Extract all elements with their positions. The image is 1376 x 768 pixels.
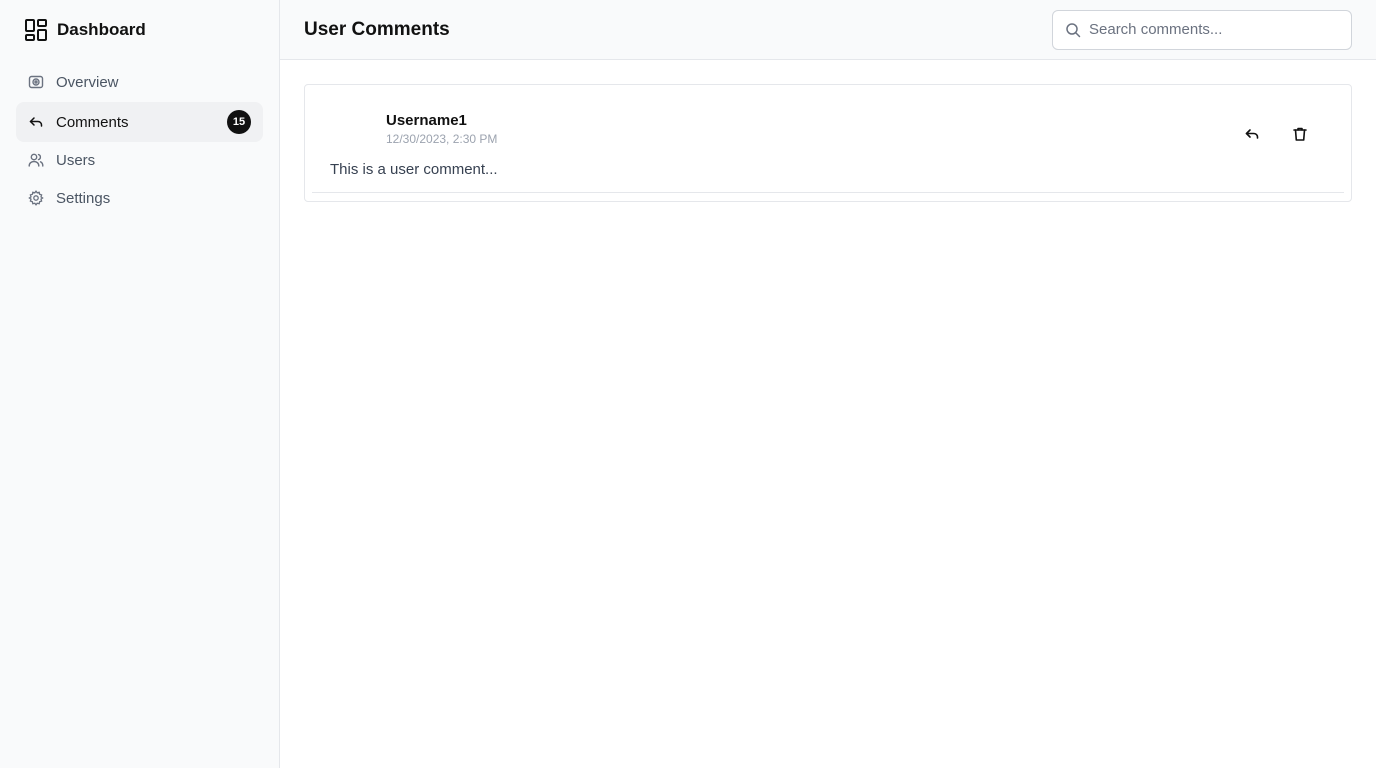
- comments-list: Username1 12/30/2023, 2:30 PM This is a …: [280, 60, 1376, 226]
- sidebar-item-label: Settings: [56, 189, 111, 207]
- sidebar-item-settings[interactable]: Settings: [16, 180, 263, 216]
- comment-actions: [1236, 118, 1316, 150]
- search-box[interactable]: [1052, 9, 1352, 50]
- search-icon: [1066, 22, 1081, 37]
- search-input[interactable]: [1089, 21, 1339, 38]
- app-root: Dashboard Overview Comments 15 Users Set…: [0, 0, 1376, 768]
- sidebar-item-label: Overview: [56, 73, 119, 91]
- sidebar-item-label: Users: [56, 151, 96, 169]
- comment-meta: Username1 12/30/2023, 2:30 PM: [386, 101, 1236, 147]
- trash-icon: [1293, 127, 1307, 141]
- sidebar-item-users[interactable]: Users: [16, 142, 263, 178]
- dashboard-grid-icon: [25, 19, 47, 41]
- sidebar-nav: Overview Comments 15 Users Settings: [16, 64, 263, 216]
- page-header: User Comments: [280, 0, 1376, 60]
- comment-text: This is a user comment...: [330, 161, 498, 178]
- main-area: User Comments Username1 12/30/2023, 2:30…: [280, 0, 1376, 768]
- users-icon: [28, 152, 44, 168]
- comment-header: Username1 12/30/2023, 2:30 PM: [330, 101, 1326, 150]
- brand-title: Dashboard: [57, 20, 146, 39]
- comment-body: Username1 12/30/2023, 2:30 PM This is a …: [312, 85, 1344, 193]
- reply-icon: [28, 114, 44, 130]
- sidebar: Dashboard Overview Comments 15 Users Set…: [0, 0, 280, 768]
- overview-icon: [28, 74, 44, 90]
- sidebar-item-label: Comments: [56, 113, 129, 131]
- comment-card: Username1 12/30/2023, 2:30 PM This is a …: [304, 84, 1352, 202]
- reply-button[interactable]: [1236, 118, 1268, 150]
- comment-timestamp: 12/30/2023, 2:30 PM: [386, 132, 498, 146]
- reply-icon: [1245, 129, 1259, 139]
- sidebar-item-comments[interactable]: Comments 15: [16, 102, 263, 142]
- comment-username: Username1: [386, 112, 467, 129]
- comment-count-badge: 15: [227, 110, 251, 134]
- brand[interactable]: Dashboard: [16, 0, 263, 60]
- gear-icon: [28, 190, 44, 206]
- sidebar-item-overview[interactable]: Overview: [16, 64, 263, 100]
- avatar: [330, 101, 374, 141]
- page-title: User Comments: [304, 18, 450, 40]
- delete-button[interactable]: [1284, 118, 1316, 150]
